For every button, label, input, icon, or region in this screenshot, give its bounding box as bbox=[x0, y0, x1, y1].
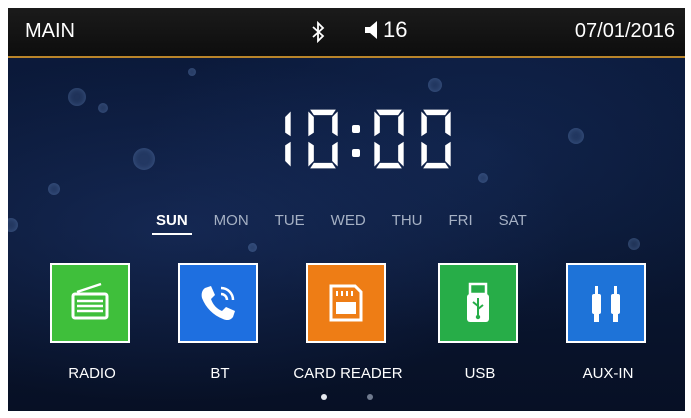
speaker-icon bbox=[365, 21, 377, 39]
app-label: BT bbox=[210, 365, 230, 382]
sd-card-icon bbox=[323, 280, 369, 326]
weekday-selector: SUN MON TUE WED THU FRI SAT bbox=[152, 212, 553, 235]
day-fri[interactable]: FRI bbox=[449, 212, 473, 229]
day-thu[interactable]: THU bbox=[392, 212, 423, 229]
app-bt-button[interactable] bbox=[178, 263, 258, 343]
phone-icon bbox=[195, 280, 241, 326]
clock-digit bbox=[301, 105, 345, 173]
background-bubble bbox=[8, 218, 18, 232]
clock-digit bbox=[414, 105, 458, 173]
background-bubble bbox=[98, 103, 108, 113]
page-dot[interactable] bbox=[367, 394, 373, 400]
day-mon[interactable]: MON bbox=[214, 212, 249, 229]
clock-colon bbox=[349, 105, 363, 173]
background-bubble bbox=[628, 238, 640, 250]
day-sun[interactable]: SUN bbox=[152, 212, 192, 235]
background-bubble bbox=[68, 88, 86, 106]
radio-icon bbox=[67, 280, 113, 326]
mode-label: MAIN bbox=[25, 20, 75, 42]
app-aux-in[interactable]: AUX-IN bbox=[566, 263, 650, 383]
app-radio[interactable]: RADIO bbox=[50, 263, 134, 383]
background-bubble bbox=[478, 173, 488, 183]
app-radio-button[interactable] bbox=[50, 263, 130, 343]
app-label: AUX-IN bbox=[582, 365, 634, 382]
app-aux-in-button[interactable] bbox=[566, 263, 646, 343]
app-label: USB bbox=[464, 365, 496, 382]
status-bar: MAIN 16 07/01/2016 bbox=[8, 8, 685, 58]
app-usb[interactable]: USB bbox=[438, 263, 522, 383]
day-sat[interactable]: SAT bbox=[499, 212, 527, 229]
day-wed[interactable]: WED bbox=[331, 212, 366, 229]
background-bubble bbox=[428, 78, 442, 92]
volume-value: 16 bbox=[383, 17, 408, 42]
app-card-reader[interactable]: CARD READER bbox=[293, 263, 403, 383]
page-dot[interactable] bbox=[321, 394, 327, 400]
head-unit-screen: MAIN 16 07/01/2016 SUN MON TUE WED THU FRI SAT… bbox=[8, 8, 685, 411]
app-card-reader-button[interactable] bbox=[306, 263, 386, 343]
volume-indicator[interactable]: 16 bbox=[363, 17, 407, 43]
clock-digit bbox=[254, 105, 298, 173]
app-usb-button[interactable] bbox=[438, 263, 518, 343]
digital-clock bbox=[254, 105, 461, 173]
bluetooth-icon bbox=[312, 20, 325, 44]
date-display: 07/01/2016 bbox=[574, 20, 675, 42]
aux-cable-icon bbox=[583, 280, 629, 326]
background-bubble bbox=[133, 148, 155, 170]
background-bubble bbox=[568, 128, 584, 144]
app-label: RADIO bbox=[68, 365, 116, 382]
background-bubble bbox=[248, 243, 257, 252]
background-bubble bbox=[188, 68, 196, 76]
app-bt[interactable]: BT bbox=[178, 263, 262, 383]
background-bubble bbox=[48, 183, 60, 195]
page-indicator bbox=[321, 394, 413, 400]
app-label: CARD READER bbox=[293, 365, 403, 382]
clock-digit bbox=[367, 105, 411, 173]
usb-icon bbox=[455, 280, 501, 326]
day-tue[interactable]: TUE bbox=[275, 212, 305, 229]
